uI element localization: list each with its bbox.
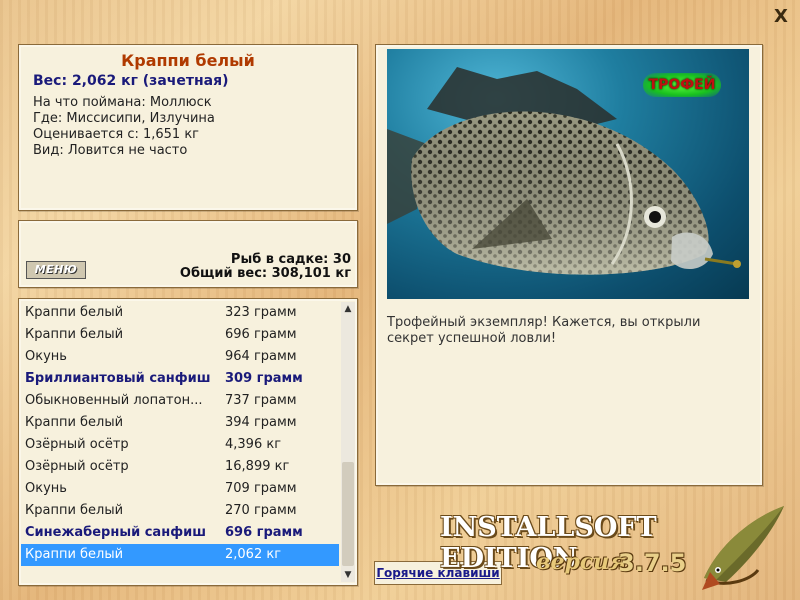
list-item-weight: 964 грамм (225, 349, 297, 364)
fish-rarity: Вид: Ловится не часто (33, 143, 188, 158)
list-item-weight: 696 грамм (225, 327, 297, 342)
list-item-weight: 309 грамм (225, 371, 303, 386)
chevron-up-icon[interactable]: ▲ (341, 302, 355, 316)
list-item[interactable]: Краппи белый 2,062 кг (21, 544, 339, 566)
list-item-fish-name: Синежаберный санфиш (25, 525, 207, 540)
list-item[interactable]: Синежаберный санфиш 696 грамм (21, 522, 339, 544)
list-item-fish-name: Бриллиантовый санфиш (25, 371, 211, 386)
pike-logo-icon (702, 506, 784, 590)
fish-name: Краппи белый (121, 51, 255, 70)
close-icon[interactable]: X (772, 8, 790, 26)
version-number: 3.7.5 (618, 549, 687, 577)
trophy-badge: ТРОФЕЙ (643, 73, 721, 97)
list-item-weight: 737 грамм (225, 393, 297, 408)
fish-bait: На что поймана: Моллюск (33, 95, 212, 110)
list-item-fish-name: Озёрный осётр (25, 459, 129, 474)
list-item-weight: 4,396 кг (225, 437, 282, 452)
version-word: версия (536, 549, 627, 575)
chevron-down-icon[interactable]: ▼ (341, 568, 355, 582)
fish-count: Рыб в садке: 30 (230, 252, 351, 267)
list-item[interactable]: Окунь 709 грамм (21, 478, 339, 500)
list-item-weight: 323 грамм (225, 305, 297, 320)
fish-caption: Трофейный экземпляр! Кажется, вы открыли… (387, 315, 701, 346)
total-weight: Общий вес: 308,101 кг (179, 266, 351, 281)
list-item-fish-name: Краппи белый (25, 547, 124, 562)
list-item[interactable]: Краппи белый 270 грамм (21, 500, 339, 522)
list-item-fish-name: Окунь (25, 349, 67, 364)
fish-picture-panel: ТРОФЕЙ Трофейный экземпляр! Кажется, вы … (375, 44, 763, 486)
list-item[interactable]: Краппи белый 696 грамм (21, 324, 339, 346)
catch-list[interactable]: Краппи белый 323 грамм Краппи белый 696 гра… (18, 298, 358, 586)
list-item-fish-name: Окунь (25, 481, 67, 496)
list-item[interactable]: Окунь 964 грамм (21, 346, 339, 368)
fish-weight: Вес: 2,062 кг (зачетная) (33, 73, 229, 89)
fish-info-panel: Краппи белый Вес: 2,062 кг (зачетная) На… (18, 44, 358, 211)
list-item[interactable]: Озёрный осётр 4,396 кг (21, 434, 339, 456)
list-item-weight: 709 грамм (225, 481, 297, 496)
fish-valued-from: Оценивается с: 1,651 кг (33, 127, 200, 142)
list-item[interactable]: Бриллиантовый санфиш 309 грамм (21, 368, 339, 390)
scrollbar-thumb[interactable] (342, 462, 354, 566)
catch-list-rows: Краппи белый 323 грамм Краппи белый 696 гра… (21, 302, 339, 566)
catch-list-scrollbar[interactable]: ▲ ▼ (341, 302, 355, 582)
list-item-fish-name: Обыкновенный лопатон... (25, 393, 203, 408)
stats-panel: МЕНЮ Рыб в садке: 30 Общий вес: 308,101 … (18, 220, 358, 288)
list-item-weight: 696 грамм (225, 525, 303, 540)
list-item[interactable]: Озёрный осётр 16,899 кг (21, 456, 339, 478)
fish-photo: ТРОФЕЙ (387, 49, 749, 299)
list-item-fish-name: Краппи белый (25, 415, 124, 430)
list-item-fish-name: Озёрный осётр (25, 437, 129, 452)
fish-location: Где: Миссисипи, Излучина (33, 111, 215, 126)
list-item-fish-name: Краппи белый (25, 305, 124, 320)
list-item-weight: 16,899 кг (225, 459, 290, 474)
list-item-weight: 2,062 кг (225, 547, 282, 562)
list-item[interactable]: Краппи белый 323 грамм (21, 302, 339, 324)
list-item-fish-name: Краппи белый (25, 327, 124, 342)
list-item[interactable]: Обыкновенный лопатон... 737 грамм (21, 390, 339, 412)
list-item-fish-name: Краппи белый (25, 503, 124, 518)
menu-button[interactable]: МЕНЮ (26, 261, 86, 279)
list-item-weight: 270 грамм (225, 503, 297, 518)
list-item[interactable]: Краппи белый 394 грамм (21, 412, 339, 434)
list-item-weight: 394 грамм (225, 415, 297, 430)
